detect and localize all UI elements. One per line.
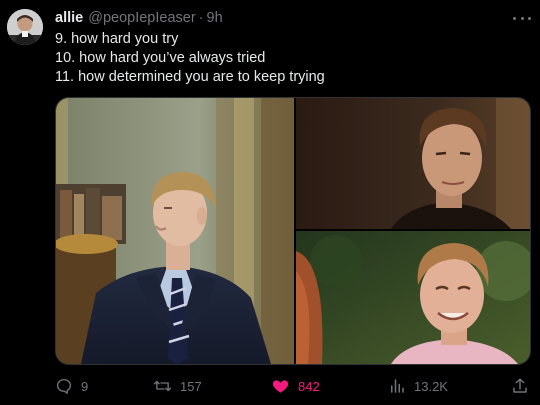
tweet-header: allie @peopIepIeaser · 9h — [55, 9, 223, 27]
views-count: 13.2K — [414, 378, 448, 394]
retweet-button[interactable]: 157 — [153, 375, 202, 397]
tweet-line: 10. how hard you’ve always tried — [55, 50, 266, 66]
user-handle[interactable]: @peopIepIeaser — [88, 9, 195, 27]
like-button[interactable]: 842 — [271, 375, 320, 397]
retweet-count: 157 — [180, 378, 202, 394]
more-icon[interactable] — [513, 11, 531, 25]
tweet-line: 11. how determined you are to keep tryin… — [55, 69, 325, 85]
tweet-line: 9. how hard you try — [55, 31, 179, 47]
avatar-image — [7, 9, 43, 45]
media-image-bottom-right[interactable] — [296, 231, 530, 364]
share-icon — [513, 378, 527, 393]
media-image-left[interactable] — [56, 98, 294, 364]
timestamp[interactable]: 9h — [207, 9, 223, 27]
retweet-icon — [153, 380, 172, 392]
heart-icon — [272, 380, 289, 393]
action-bar: 9 157 842 13.2K — [55, 375, 531, 397]
views-icon — [391, 379, 404, 393]
media-image-top-right[interactable] — [296, 98, 530, 229]
reply-button[interactable]: 9 — [55, 375, 88, 397]
display-name[interactable]: allie — [55, 9, 83, 27]
avatar[interactable] — [7, 9, 43, 45]
reply-count: 9 — [81, 378, 89, 394]
separator-dot: · — [198, 10, 204, 26]
like-count: 842 — [298, 378, 320, 394]
tweet: allie @peopIepIeaser · 9h 9. how hard yo… — [0, 0, 540, 405]
media-grid — [55, 97, 531, 365]
views-button[interactable]: 13.2K — [388, 375, 448, 397]
reply-icon — [56, 378, 72, 394]
tweet-text: 9. how hard you try 10. how hard you’ve … — [55, 30, 515, 87]
share-button[interactable] — [511, 375, 529, 397]
